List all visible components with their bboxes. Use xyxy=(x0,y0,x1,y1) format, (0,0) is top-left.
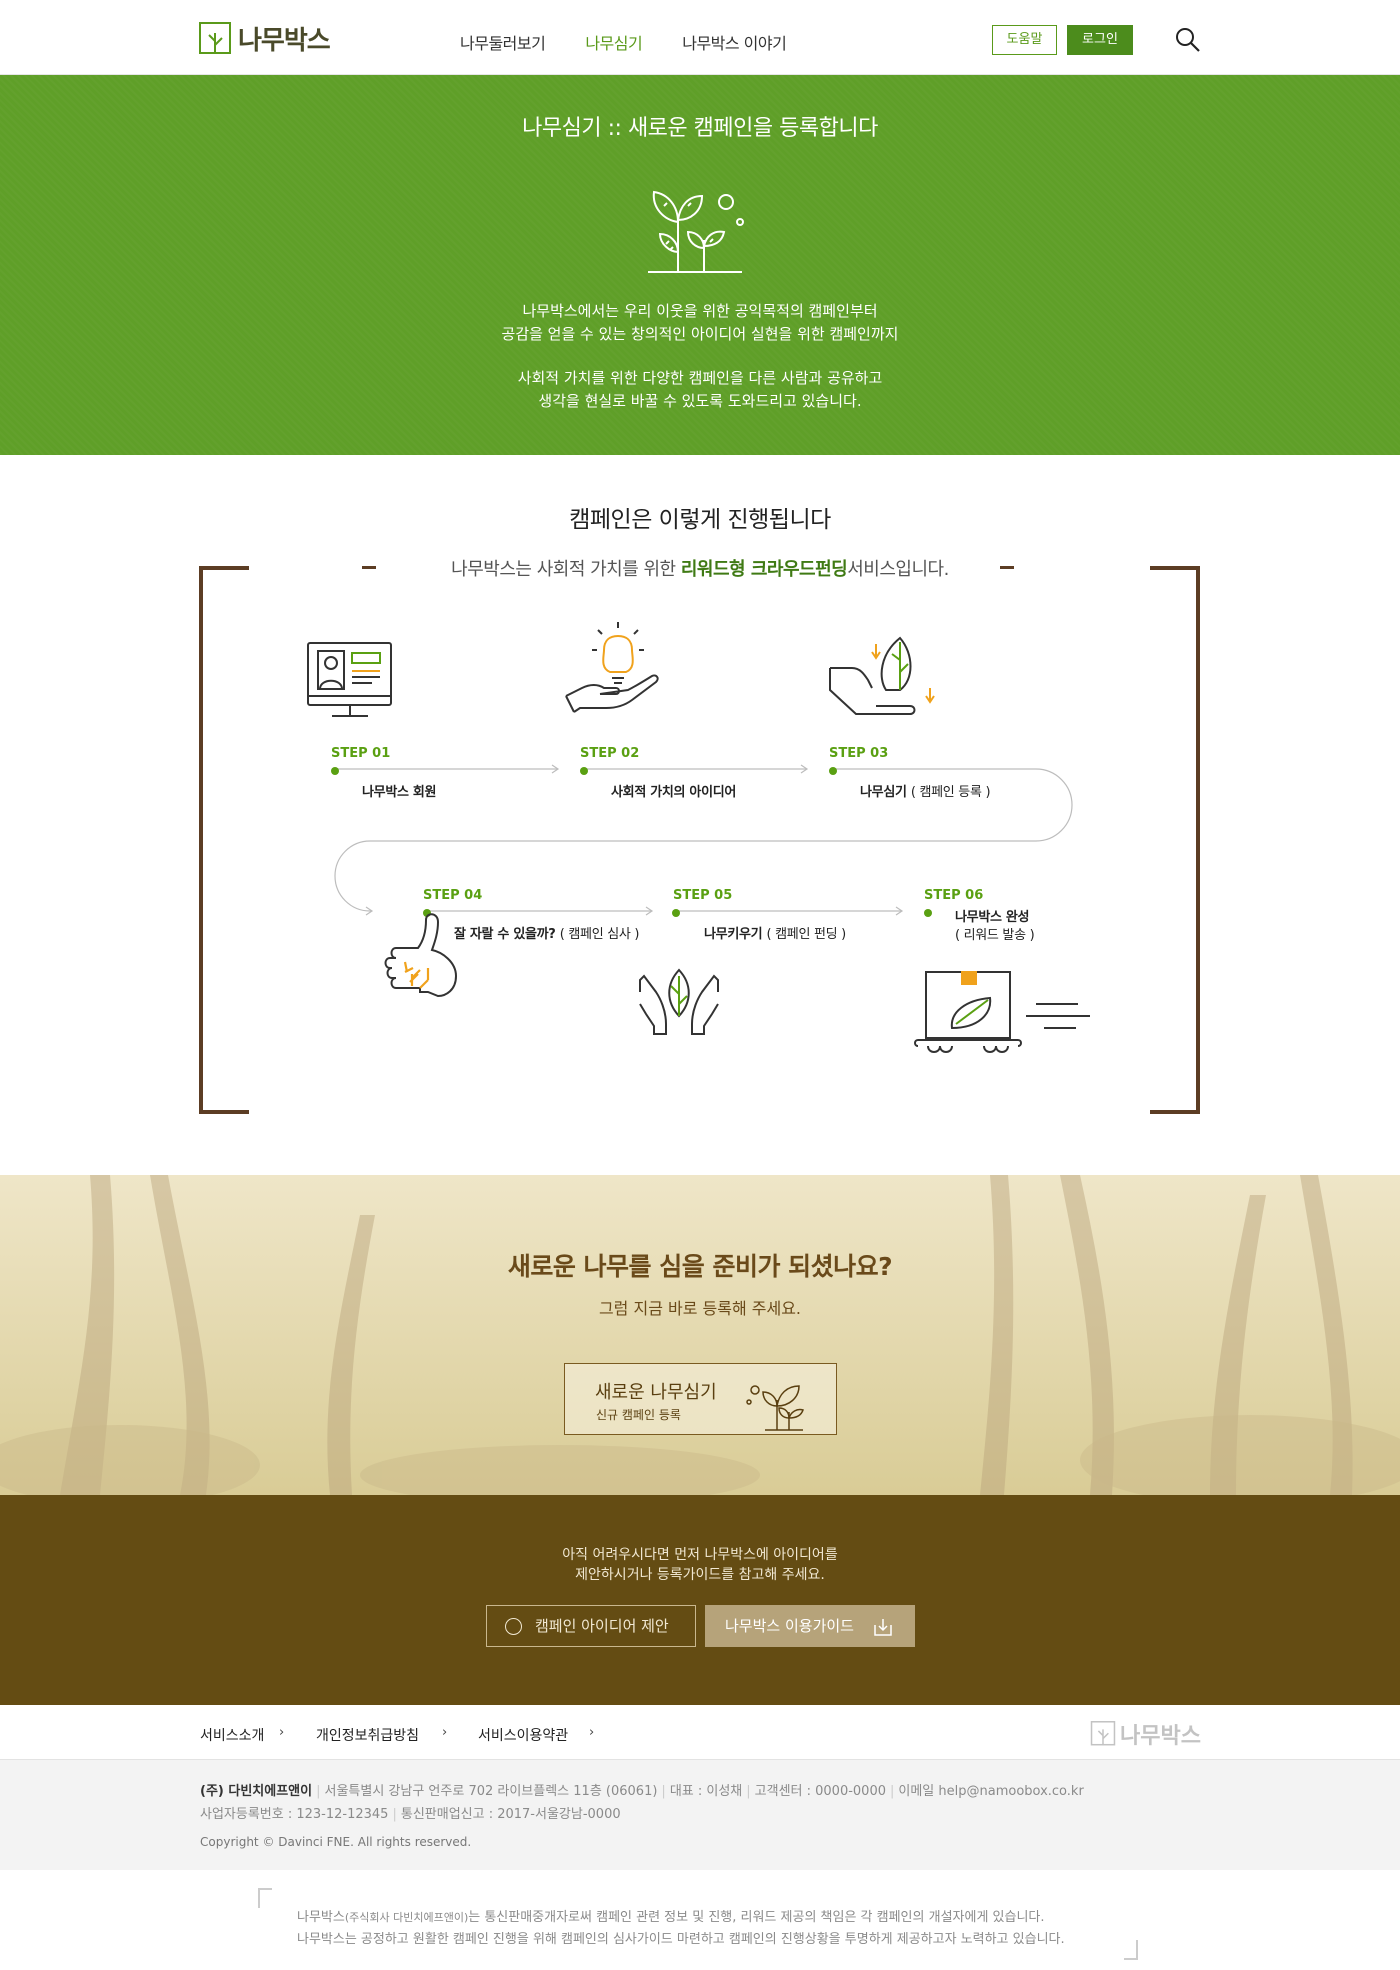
step-02-desc: 사회적 가치의 아이디어 xyxy=(611,785,737,800)
step-04-note: ( 캠페인 심사 ) xyxy=(559,927,640,942)
computer-icon xyxy=(307,642,392,717)
hands-sprout-icon xyxy=(639,968,719,1035)
registration-info-line: 사업자등록번호 : 123-12-12345 | 통신판매업신고 : 2017-서울… xyxy=(200,1807,621,1822)
tree-logo-icon xyxy=(1090,1721,1116,1746)
footer-link-terms[interactable]: 서비스이용약관 xyxy=(478,1725,568,1745)
step-06-note: ( 리워드 발송 ) xyxy=(955,924,1035,943)
hand-lightbulb-icon xyxy=(565,622,659,713)
cta-title: 새로운 나무를 심을 준비가 되셨나요? xyxy=(507,1252,893,1281)
hand-leaf-icon xyxy=(829,636,935,715)
legal-notice: 나무박스(주식회사 다빈치에프앤이)는 통신판매중개자로써 캠페인 관련 정보 … xyxy=(0,1870,1400,1970)
footer-logo-text: 나무박스 xyxy=(1120,1724,1201,1749)
company-info-line: (주) 다빈치에프앤이 | 서울특별시 강남구 언주로 702 라이브플렉스 11층… xyxy=(200,1784,1084,1799)
guide-text-line: 아직 어려우시다면 먼저 나무박스에 아이디어를 xyxy=(562,1547,838,1563)
guide-text-line: 제안하시거나 등록가이드를 참고해 주세요. xyxy=(575,1567,825,1583)
step-03-label: STEP 03 xyxy=(829,746,889,761)
business-number: 사업자등록번호 : 123-12-12345 xyxy=(200,1807,389,1822)
chevron-right-icon: › xyxy=(279,1725,285,1740)
thumbs-up-icon xyxy=(384,913,458,998)
user-guide-button[interactable]: 나무박스 이용가이드 xyxy=(705,1605,915,1647)
step-01-label: STEP 01 xyxy=(331,746,391,761)
step-05-label: STEP 05 xyxy=(673,888,733,903)
notice-brand: 나무박스 xyxy=(297,1910,345,1925)
small-sprout-icon xyxy=(746,1385,804,1431)
company-address: 서울특별시 강남구 언주로 702 라이브플렉스 11층 (06061) xyxy=(324,1784,658,1799)
step-06-desc: 나무박스 완성 xyxy=(955,910,1030,925)
step-05-desc: 나무키우기 ( 캠페인 펀딩 ) xyxy=(704,923,846,942)
footer-info: (주) 다빈치에프앤이 | 서울특별시 강남구 언주로 702 라이브플렉스 11층… xyxy=(0,1760,1400,1870)
company-email: 이메일 help@namoobox.co.kr xyxy=(898,1784,1084,1799)
chevron-right-icon: › xyxy=(589,1725,595,1740)
footer-link-service[interactable]: 서비스소개 xyxy=(200,1725,264,1745)
step-04-desc: 잘 자랄 수 있을까? ( 캠페인 심사 ) xyxy=(454,923,639,942)
new-campaign-button[interactable]: 새로운 나무심기 신규 캠페인 등록 xyxy=(564,1363,837,1435)
step-01-desc: 나무박스 회원 xyxy=(362,785,437,800)
step-04-label: STEP 04 xyxy=(423,888,483,903)
guide-text: 아직 어려우시다면 먼저 나무박스에 아이디어를 제안하시거나 등록가이드를 참… xyxy=(0,1545,1400,1585)
step-03-note: ( 캠페인 등록 ) xyxy=(910,785,991,800)
download-icon xyxy=(874,1619,892,1636)
mail-order-number: 통신판매업신고 : 2017-서울강남-0000 xyxy=(400,1807,621,1822)
cta-subtitle: 그럼 지금 바로 등록해 주세요. xyxy=(598,1299,802,1318)
footer-logo: 나무박스 xyxy=(1090,1718,1201,1750)
service-center: 고객센터 : 0000-0000 xyxy=(754,1784,886,1799)
speech-bubble-icon xyxy=(505,1618,522,1635)
step-03-desc: 나무심기 ( 캠페인 등록 ) xyxy=(860,781,991,800)
guide-section: 아직 어려우시다면 먼저 나무박스에 아이디어를 제안하시거나 등록가이드를 참… xyxy=(0,1495,1400,1705)
company-ceo: 대표 : 이성채 xyxy=(669,1784,743,1799)
step-05-note: ( 캠페인 펀딩 ) xyxy=(766,927,847,942)
user-guide-button-label: 나무박스 이용가이드 xyxy=(725,1617,854,1635)
step-02-label: STEP 02 xyxy=(580,746,640,761)
campaign-idea-button-label: 캠페인 아이디어 제안 xyxy=(535,1617,669,1635)
notice-text: 는 통신판매중개자로써 캠페인 관련 정보 및 진행, 리워드 제공의 책임은 … xyxy=(468,1910,1045,1925)
step-05-desc-main: 나무키우기 xyxy=(704,927,763,942)
quote-open-icon xyxy=(258,1888,272,1908)
notice-line-2: 나무박스는 공정하고 원활한 캠페인 진행을 위해 캠페인의 심사가이드 마련하… xyxy=(297,1932,1065,1947)
chevron-right-icon: › xyxy=(442,1725,448,1740)
forest-background-image xyxy=(0,1175,1400,1495)
footer-nav: 서비스소개 › 개인정보취급방침 › 서비스이용약관 › 나무박스 xyxy=(0,1705,1400,1760)
notice-company-small: (주식회사 다빈치에프앤이) xyxy=(344,1911,469,1924)
step-06-label: STEP 06 xyxy=(924,888,984,903)
quote-close-icon xyxy=(1124,1940,1138,1960)
step-03-desc-main: 나무심기 xyxy=(860,785,907,800)
copyright: Copyright © Davinci FNE. All rights rese… xyxy=(200,1835,472,1849)
step-06-note-text: ( 리워드 발송 ) xyxy=(955,928,1035,943)
campaign-idea-button[interactable]: 캠페인 아이디어 제안 xyxy=(486,1605,696,1647)
new-campaign-button-sub: 신규 캠페인 등록 xyxy=(596,1408,681,1422)
cta-forest-section: 새로운 나무를 심을 준비가 되셨나요? 그럼 지금 바로 등록해 주세요. 새… xyxy=(0,1175,1400,1495)
new-campaign-button-title: 새로운 나무심기 xyxy=(595,1382,717,1403)
notice-line-1: 나무박스(주식회사 다빈치에프앤이)는 통신판매중개자로써 캠페인 관련 정보 … xyxy=(297,1906,1045,1925)
delivery-box-icon xyxy=(914,971,1090,1053)
step-04-desc-main: 잘 자랄 수 있을까? xyxy=(454,927,556,942)
footer-link-privacy[interactable]: 개인정보취급방침 xyxy=(316,1725,419,1745)
company-name: (주) 다빈치에프앤이 xyxy=(200,1784,313,1799)
